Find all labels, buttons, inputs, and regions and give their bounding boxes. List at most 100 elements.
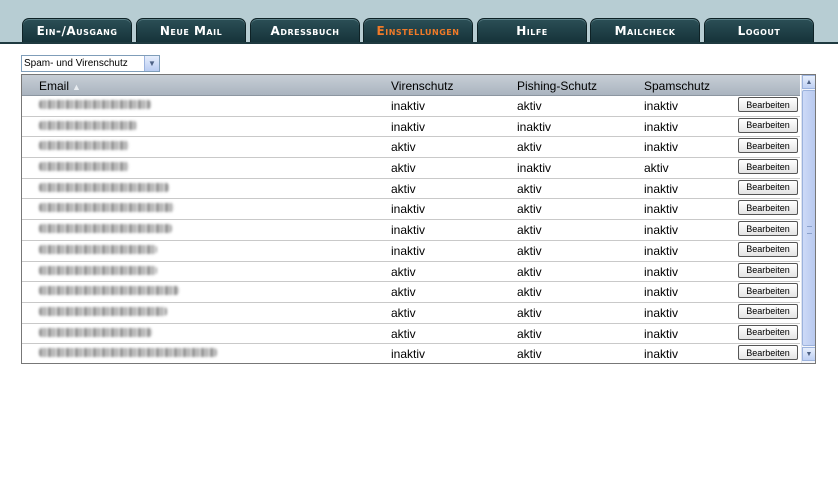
cell-phishing: aktiv bbox=[517, 326, 542, 341]
cell-virus: aktiv bbox=[391, 264, 416, 279]
cell-virus: aktiv bbox=[391, 285, 416, 300]
edit-button[interactable]: Bearbeiten bbox=[738, 221, 798, 237]
redacted-email bbox=[39, 327, 152, 337]
tab-einstellungen[interactable]: Einstellungen bbox=[363, 18, 473, 42]
filter-select[interactable]: Spam- und Virenschutz ▼ bbox=[21, 55, 160, 72]
cell-virus: inaktiv bbox=[391, 99, 426, 113]
redacted-email bbox=[39, 244, 157, 254]
cell-spam: inaktiv bbox=[644, 285, 679, 300]
cell-virus: aktiv bbox=[391, 161, 416, 176]
cell-virus: inaktiv bbox=[391, 119, 426, 134]
edit-button[interactable]: Bearbeiten bbox=[738, 303, 798, 319]
edit-button[interactable]: Bearbeiten bbox=[738, 97, 798, 112]
cell-spam: inaktiv bbox=[644, 347, 679, 362]
column-header-email[interactable]: Email ▲ bbox=[39, 79, 81, 93]
redacted-email bbox=[39, 265, 157, 275]
scroll-thumb[interactable] bbox=[802, 90, 815, 346]
redacted-email bbox=[39, 286, 179, 296]
table-row: aktiv aktiv inaktiv Bearbeiten bbox=[22, 262, 800, 283]
edit-button[interactable]: Bearbeiten bbox=[738, 283, 798, 299]
sort-ascending-icon: ▲ bbox=[72, 82, 81, 92]
table-row: aktiv aktiv inaktiv Bearbeiten bbox=[22, 303, 800, 324]
cell-spam: inaktiv bbox=[644, 264, 679, 279]
cell-virus: aktiv bbox=[391, 326, 416, 341]
cell-phishing: aktiv bbox=[517, 99, 542, 113]
cell-phishing: aktiv bbox=[517, 243, 542, 258]
cell-spam: inaktiv bbox=[644, 181, 679, 196]
edit-button[interactable]: Bearbeiten bbox=[738, 324, 798, 340]
table-row: inaktiv aktiv inaktiv Bearbeiten bbox=[22, 220, 800, 241]
grid-header: Email ▲ Virenschutz Pishing-Schutz Spamsc… bbox=[22, 75, 800, 96]
mailbox-grid: Email ▲ Virenschutz Pishing-Schutz Spamsc… bbox=[21, 74, 816, 364]
nav-divider bbox=[0, 42, 838, 44]
cell-phishing: aktiv bbox=[517, 285, 542, 300]
edit-button[interactable]: Bearbeiten bbox=[738, 262, 798, 278]
redacted-email bbox=[39, 203, 174, 213]
cell-phishing: aktiv bbox=[517, 202, 542, 217]
grip-icon bbox=[807, 226, 812, 234]
cell-spam: inaktiv bbox=[644, 243, 679, 258]
redacted-email bbox=[39, 182, 169, 192]
column-header-phishing[interactable]: Pishing-Schutz bbox=[517, 79, 597, 93]
cell-spam: inaktiv bbox=[644, 305, 679, 320]
table-row: aktiv aktiv inaktiv Bearbeiten bbox=[22, 137, 800, 159]
edit-button[interactable]: Bearbeiten bbox=[738, 159, 798, 175]
redacted-email bbox=[39, 120, 137, 130]
cell-phishing: inaktiv bbox=[517, 119, 552, 134]
table-row: aktiv aktiv inaktiv Bearbeiten bbox=[22, 282, 800, 303]
redacted-email bbox=[39, 162, 129, 172]
cell-virus: inaktiv bbox=[391, 243, 426, 258]
table-row: inaktiv aktiv inaktiv Bearbeiten bbox=[22, 199, 800, 221]
edit-button[interactable]: Bearbeiten bbox=[738, 138, 798, 154]
table-row: inaktiv inaktiv inaktiv Bearbeiten bbox=[22, 117, 800, 138]
edit-button[interactable]: Bearbeiten bbox=[738, 117, 798, 133]
column-header-spam[interactable]: Spamschutz bbox=[644, 79, 710, 93]
cell-phishing: inaktiv bbox=[517, 161, 552, 176]
cell-virus: aktiv bbox=[391, 181, 416, 196]
scroll-down-icon[interactable]: ▼ bbox=[802, 347, 815, 361]
column-header-virus[interactable]: Virenschutz bbox=[391, 79, 453, 93]
redacted-email bbox=[39, 306, 167, 316]
redacted-email bbox=[39, 224, 172, 234]
edit-button[interactable]: Bearbeiten bbox=[738, 241, 798, 257]
filter-select-value: Spam- und Virenschutz bbox=[24, 58, 128, 69]
grid-body: inaktiv aktiv inaktiv Bearbeiten inaktiv inak… bbox=[22, 96, 800, 363]
cell-virus: inaktiv bbox=[391, 347, 426, 362]
cell-spam: inaktiv bbox=[644, 202, 679, 217]
cell-phishing: aktiv bbox=[517, 140, 542, 155]
table-row: aktiv aktiv inaktiv Bearbeiten bbox=[22, 179, 800, 200]
cell-virus: aktiv bbox=[391, 305, 416, 320]
cell-phishing: aktiv bbox=[517, 223, 542, 238]
tab-ein-ausgang[interactable]: Ein-/Ausgang bbox=[22, 18, 132, 42]
cell-spam: inaktiv bbox=[644, 326, 679, 341]
cell-virus: inaktiv bbox=[391, 202, 426, 217]
cell-virus: aktiv bbox=[391, 140, 416, 155]
chevron-down-icon[interactable]: ▼ bbox=[144, 56, 159, 71]
column-header-email-label: Email bbox=[39, 79, 70, 93]
edit-button[interactable]: Bearbeiten bbox=[738, 200, 798, 216]
edit-button[interactable]: Bearbeiten bbox=[738, 345, 798, 361]
tab-hilfe[interactable]: Hilfe bbox=[477, 18, 587, 42]
cell-spam: inaktiv bbox=[644, 99, 679, 113]
tab-logout[interactable]: Logout bbox=[704, 18, 814, 42]
redacted-email bbox=[39, 100, 151, 109]
table-row: inaktiv aktiv inaktiv Bearbeiten bbox=[22, 241, 800, 262]
cell-spam: inaktiv bbox=[644, 223, 679, 238]
tab-adressbuch[interactable]: Adressbuch bbox=[250, 18, 360, 42]
redacted-email bbox=[39, 141, 129, 151]
table-row: aktiv aktiv inaktiv Bearbeiten bbox=[22, 324, 800, 345]
tab-mailcheck[interactable]: Mailcheck bbox=[590, 18, 700, 42]
edit-button[interactable]: Bearbeiten bbox=[738, 179, 798, 195]
scroll-up-icon[interactable]: ▲ bbox=[802, 75, 815, 89]
cell-spam: inaktiv bbox=[644, 140, 679, 155]
cell-phishing: aktiv bbox=[517, 347, 542, 362]
table-row: inaktiv aktiv inaktiv Bearbeiten bbox=[22, 344, 800, 363]
cell-phishing: aktiv bbox=[517, 305, 542, 320]
table-row: inaktiv aktiv inaktiv Bearbeiten bbox=[22, 96, 800, 117]
cell-spam: inaktiv bbox=[644, 119, 679, 134]
cell-spam: aktiv bbox=[644, 161, 669, 176]
redacted-email bbox=[39, 348, 217, 358]
tab-neue-mail[interactable]: Neue Mail bbox=[136, 18, 246, 42]
vertical-scrollbar[interactable]: ▲ ▼ bbox=[801, 75, 815, 363]
cell-phishing: aktiv bbox=[517, 181, 542, 196]
